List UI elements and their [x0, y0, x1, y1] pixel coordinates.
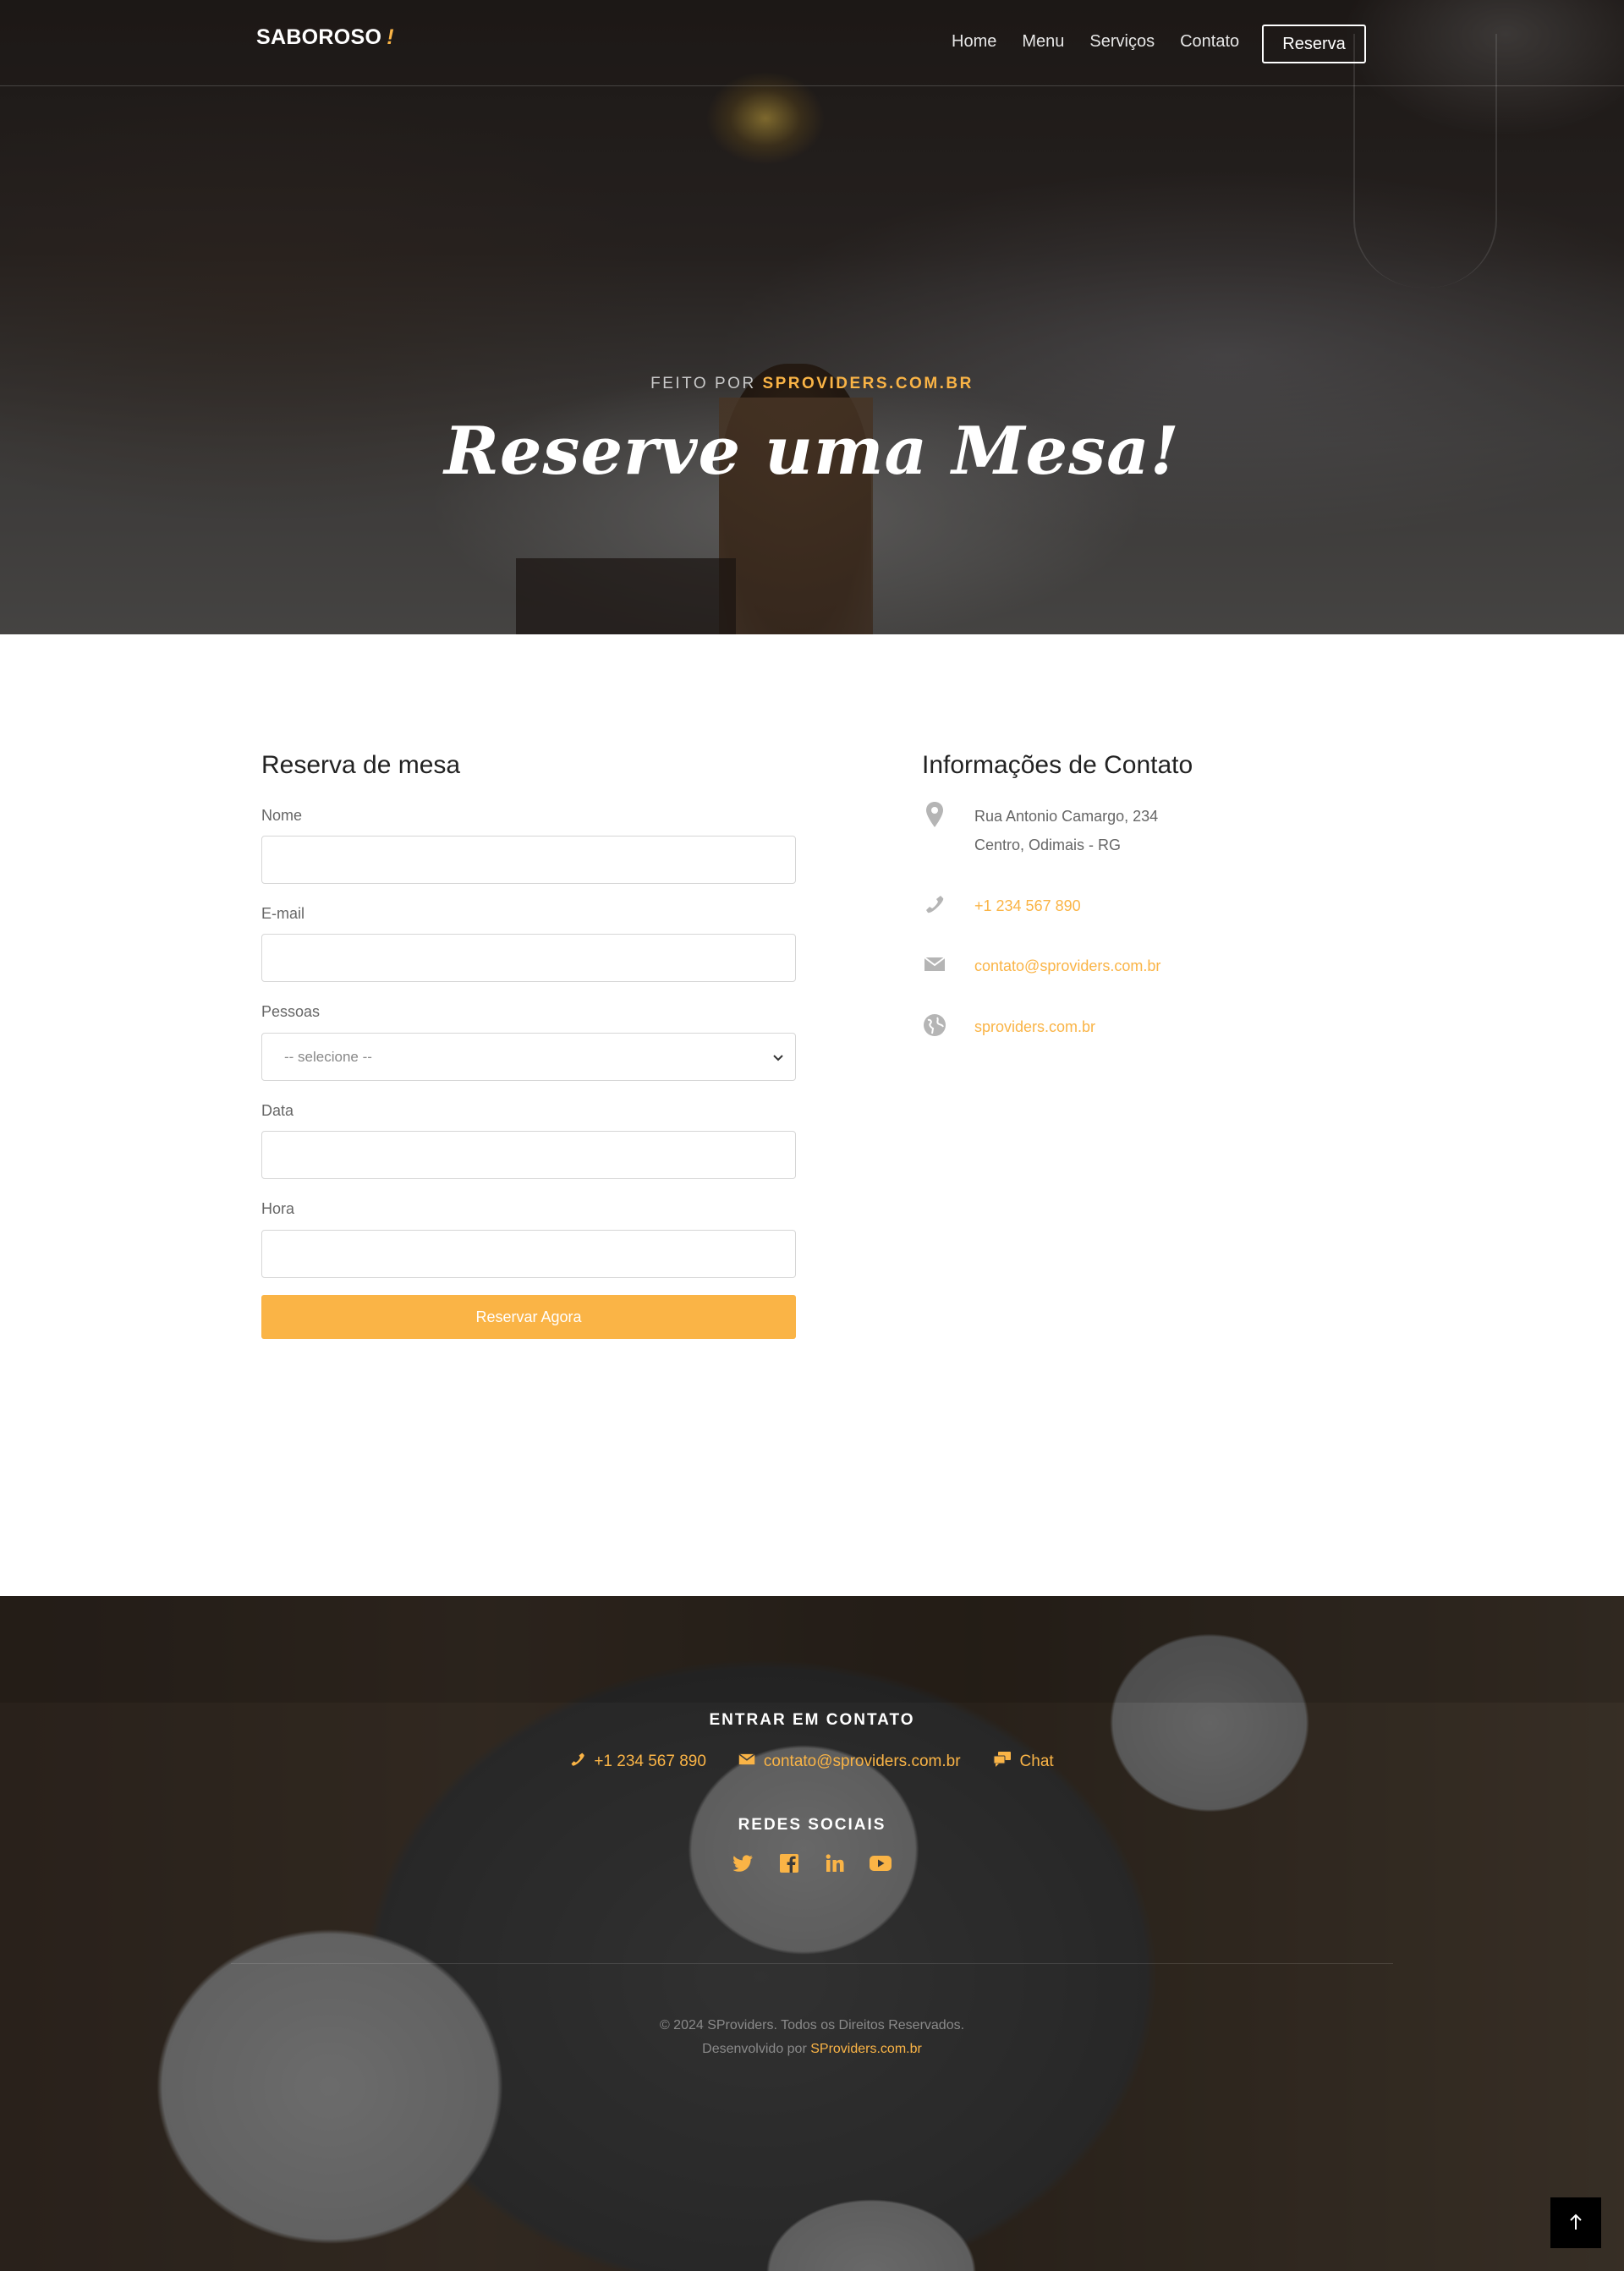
back-to-top-button[interactable]: [1550, 2197, 1601, 2248]
footer: [0, 1596, 1624, 2271]
footer-top-band: [0, 1596, 1624, 1703]
form-title: Reserva de mesa: [261, 751, 461, 779]
footer-chat-link[interactable]: Chat: [993, 1751, 1054, 1773]
envelope-icon: [738, 1753, 755, 1771]
developed-by-link[interactable]: SProviders.com.br: [810, 2042, 922, 2056]
address-line-2: Centro, Odimais - RG: [974, 837, 1122, 853]
footer-email-link[interactable]: contato@sproviders.com.br: [738, 1751, 961, 1773]
address-line-1: Rua Antonio Camargo, 234: [974, 808, 1159, 825]
contact-phone-link[interactable]: +1 234 567 890: [974, 891, 1081, 920]
chevron-down-icon: [773, 1050, 783, 1064]
hero-section: SABOROSO! Home Menu Serviços Contato Res…: [0, 0, 1624, 634]
name-input[interactable]: [261, 836, 796, 884]
youtube-icon[interactable]: [870, 1852, 892, 1874]
footer-chat-text: Chat: [1019, 1753, 1054, 1770]
logo[interactable]: SABOROSO!: [256, 25, 394, 50]
hero-subtitle: FEITO POR SPROVIDERS.COM.BR: [0, 375, 1624, 393]
arrow-up-icon: [1569, 2213, 1583, 2233]
footer-email-text: contato@sproviders.com.br: [763, 1753, 961, 1770]
twitter-icon[interactable]: [732, 1852, 754, 1874]
reserve-now-button[interactable]: Reservar Agora: [261, 1295, 796, 1339]
email-label: E-mail: [261, 905, 305, 922]
people-label: Pessoas: [261, 1003, 321, 1020]
contact-email-link[interactable]: contato@sproviders.com.br: [974, 952, 1160, 980]
nav-link-services[interactable]: Serviços: [1089, 32, 1155, 52]
hero-title: Reserve uma Mesa!: [444, 413, 1180, 490]
nav-link-contact[interactable]: Contato: [1180, 32, 1239, 52]
developed-by-prefix: Desenvolvido por: [702, 2042, 807, 2056]
nav-reserve-button[interactable]: Reserva: [1262, 25, 1366, 63]
name-label: Nome: [261, 807, 303, 824]
contact-website-link[interactable]: sproviders.com.br: [974, 1012, 1095, 1041]
footer-phone-text: +1 234 567 890: [594, 1753, 706, 1770]
envelope-icon: [922, 952, 947, 977]
contact-info-title: Informações de Contato: [922, 751, 1193, 779]
social-links: [0, 1852, 1624, 1874]
nav-link-menu[interactable]: Menu: [1022, 32, 1064, 52]
people-select[interactable]: -- selecione --: [261, 1033, 796, 1081]
copyright-text: © 2024 SProviders. Todos os Direitos Res…: [659, 2018, 965, 2032]
footer-divider: [231, 1963, 1393, 1964]
phone-icon: [570, 1752, 585, 1772]
nav-link-home[interactable]: Home: [952, 32, 996, 52]
email-input[interactable]: [261, 934, 796, 982]
people-select-value: -- selecione --: [284, 1048, 372, 1065]
contact-email: contato@sproviders.com.br: [922, 952, 1160, 980]
map-pin-icon: [922, 802, 947, 827]
footer-contact-heading: ENTRAR EM CONTATO: [709, 1711, 915, 1729]
time-input[interactable]: [261, 1230, 796, 1278]
time-label: Hora: [261, 1200, 295, 1217]
chat-icon: [993, 1751, 1012, 1773]
facebook-icon[interactable]: [778, 1852, 800, 1874]
logo-text: SABOROSO: [256, 25, 382, 49]
hero-subtitle-brand[interactable]: SPROVIDERS.COM.BR: [762, 375, 973, 392]
nav-links: Home Menu Serviços Contato: [952, 32, 1239, 52]
contact-address: Rua Antonio Camargo, 234 Centro, Odimais…: [922, 802, 1158, 859]
contact-website: sproviders.com.br: [922, 1012, 1095, 1041]
date-input[interactable]: [261, 1131, 796, 1179]
developed-by: Desenvolvido por SProviders.com.br: [0, 2042, 1624, 2057]
globe-icon: [922, 1012, 947, 1038]
hero-overlay: [0, 0, 1624, 634]
phone-icon: [922, 891, 947, 917]
footer-contact-links: +1 234 567 890 contato@sproviders.com.br…: [0, 1751, 1624, 1773]
linkedin-icon[interactable]: [824, 1852, 846, 1874]
contact-phone: +1 234 567 890: [922, 891, 1081, 920]
footer-phone-link[interactable]: +1 234 567 890: [570, 1751, 706, 1773]
footer-social-heading: REDES SOCIAIS: [738, 1816, 886, 1834]
logo-accent: !: [387, 25, 394, 49]
date-label: Data: [261, 1102, 294, 1119]
hero-subtitle-prefix: FEITO POR: [650, 375, 756, 392]
navbar: SABOROSO! Home Menu Serviços Contato Res…: [0, 0, 1624, 86]
